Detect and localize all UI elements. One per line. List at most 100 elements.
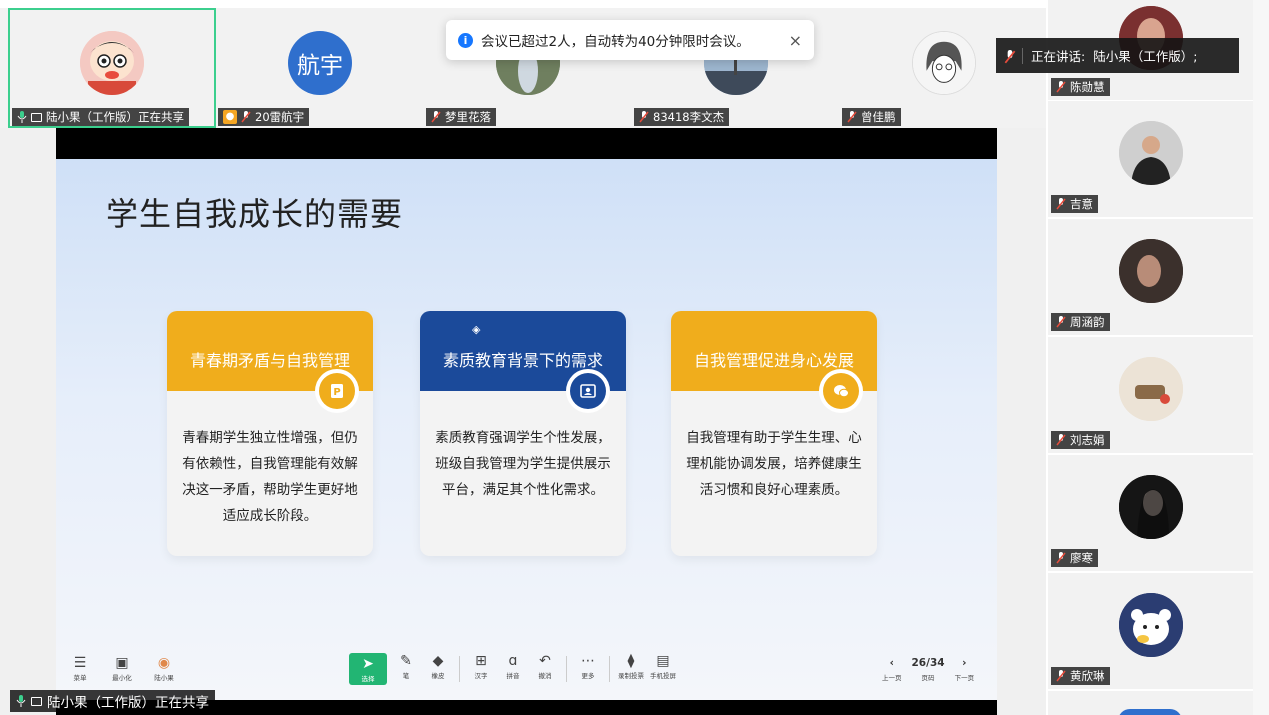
card-mind-body: 自我管理促进身心发展 自我管理有助于学生生理、心理机能协调发展，培养健康生活习惯… — [671, 311, 877, 556]
side-tile-jiyi[interactable]: 吉意 — [1048, 101, 1253, 217]
mic-muted-icon — [431, 111, 441, 123]
record-vote-button[interactable]: ⧫ 录制投票 — [618, 653, 644, 685]
mic-muted-icon — [639, 111, 649, 123]
mic-muted-icon — [847, 111, 857, 123]
tile-name-label: ● 20雷航宇 — [218, 108, 310, 126]
host-icon: ● — [223, 110, 237, 124]
close-icon[interactable]: × — [789, 31, 802, 50]
prev-page-button[interactable]: ‹ 上一页 — [882, 655, 902, 682]
mic-muted-icon — [1004, 49, 1016, 63]
card-icon-badge — [819, 369, 863, 413]
tile-name-label: 黄欣琳 — [1051, 667, 1110, 685]
pinyin-icon: ɑ — [508, 653, 518, 669]
page-indicator[interactable]: 26/34 页码 — [912, 655, 945, 682]
tile-name-label: 陆小果（工作版）正在共享 — [12, 108, 189, 126]
tile-name-label: 刘志娟 — [1051, 431, 1110, 449]
slides-icon: P — [319, 373, 355, 409]
pen-icon: ✎ — [400, 653, 412, 669]
side-tile-zhouhanyun[interactable]: 周涵韵 — [1048, 219, 1253, 335]
pinyin-tool-button[interactable]: ɑ 拼音 — [500, 653, 526, 685]
slide-toolbar-tools: ➤ 选择 ✎ 笔 ◆ 橡皮 ⊞ 汉字 ɑ 拼音 ↶ 撤消 ⋯ 更多 ⧫ 录制投票… — [349, 653, 676, 685]
hamburger-icon: ☰ — [73, 655, 87, 671]
side-tile-liaohan[interactable]: 廖寒 — [1048, 455, 1253, 571]
next-page-button[interactable]: › 下一页 — [955, 655, 975, 682]
avatar — [80, 31, 144, 95]
tile-name-label: 周涵韵 — [1051, 313, 1110, 331]
avatar-icon: ◉ — [157, 655, 171, 671]
share-screen-icon — [31, 696, 42, 706]
info-icon: i — [458, 32, 473, 48]
hanzi-icon: ⊞ — [475, 653, 487, 669]
divider — [609, 656, 610, 682]
cursor-icon: ➤ — [362, 655, 374, 672]
letterbox-top — [56, 128, 997, 159]
select-tool-button[interactable]: ➤ 选择 — [349, 653, 387, 685]
avatar — [912, 31, 976, 95]
video-tile-sharer[interactable]: 陆小果（工作版）正在共享 — [8, 8, 216, 128]
mic-icon — [16, 695, 26, 707]
card-icon-badge: P — [315, 369, 359, 413]
mic-muted-icon — [1056, 316, 1066, 328]
divider — [459, 656, 460, 682]
avatar — [1118, 593, 1183, 657]
divider — [1022, 47, 1023, 64]
avatar — [1118, 709, 1182, 715]
chat-bubble-icon — [823, 373, 859, 409]
slide-toolbar-left: ☰ 菜单 ▣ 最小化 ◉ 陆小果 — [66, 655, 178, 682]
avatar — [1118, 357, 1183, 421]
mic-icon — [17, 111, 27, 123]
presentation-slide: 学生自我成长的需要 青春期矛盾与自我管理 P 青春期学生独立性增强，但仍有依赖性… — [56, 159, 997, 700]
tile-name-label: 梦里花落 — [426, 108, 496, 126]
more-icon: ⋯ — [581, 653, 595, 669]
undo-icon: ↶ — [539, 653, 551, 669]
card-icon-badge — [566, 369, 610, 413]
slide-title: 学生自我成长的需要 — [106, 195, 404, 233]
tile-name-label: 曾佳鹏 — [842, 108, 901, 126]
side-tile-huangxinlin[interactable]: 黄欣琳 — [1048, 573, 1253, 689]
phone-cast-button[interactable]: ▤ 手机投屏 — [650, 653, 676, 685]
mic-muted-icon — [1056, 198, 1066, 210]
eraser-icon: ◆ — [432, 653, 444, 669]
notification-toast: i 会议已超过2人，自动转为40分钟限时会议。 × — [446, 20, 814, 60]
avatar — [1118, 475, 1183, 539]
layers-icon: ⧫ — [627, 653, 635, 669]
contact-card-icon — [570, 373, 606, 409]
slide-pager: ‹ 上一页 26/34 页码 › 下一页 — [882, 655, 974, 682]
tile-name-label: 83418李文杰 — [634, 108, 730, 126]
menu-button[interactable]: ☰ 菜单 — [66, 655, 94, 682]
divider — [566, 656, 567, 682]
chevron-right-icon: › — [962, 657, 967, 669]
mic-muted-icon — [1056, 552, 1066, 564]
minimize-icon: ▣ — [115, 655, 129, 671]
scrollbar[interactable] — [1253, 0, 1269, 715]
video-tile-20leihangyu[interactable]: 航宇 ● 20雷航宇 — [216, 8, 424, 128]
tile-name-label: 廖寒 — [1051, 549, 1098, 567]
user-button[interactable]: ◉ 陆小果 — [150, 655, 178, 682]
avatar: 航宇 — [288, 31, 352, 95]
participant-column: 陈勋慧 吉意 周涵韵 刘志娟 廖寒 黄欣琳 — [1046, 0, 1253, 715]
pen-tool-button[interactable]: ✎ 笔 — [393, 653, 419, 685]
side-tile-liuzhijuan[interactable]: 刘志娟 — [1048, 337, 1253, 453]
sharing-status-label: 陆小果（工作版）正在共享 — [10, 690, 215, 712]
meeting-window: 陆小果（工作版）正在共享 航宇 ● 20雷航宇 梦里花落 83418李文杰 曾佳… — [0, 0, 1269, 715]
avatar — [1118, 239, 1183, 303]
eraser-tool-button[interactable]: ◆ 橡皮 — [425, 653, 451, 685]
notification-text: 会议已超过2人，自动转为40分钟限时会议。 — [481, 34, 750, 50]
side-tile-partial[interactable] — [1048, 691, 1253, 715]
minimize-button[interactable]: ▣ 最小化 — [108, 655, 136, 682]
phone-icon: ▤ — [656, 653, 670, 669]
mic-muted-icon — [1056, 670, 1066, 682]
avatar — [1118, 121, 1183, 185]
mic-muted-icon — [241, 111, 251, 123]
diamond-icon: ◈ — [472, 323, 481, 336]
share-screen-icon — [31, 112, 42, 122]
card-adolescence: 青春期矛盾与自我管理 P 青春期学生独立性增强，但仍有依赖性，自我管理能有效解决… — [167, 311, 373, 556]
more-button[interactable]: ⋯ 更多 — [575, 653, 601, 685]
undo-button[interactable]: ↶ 撤消 — [532, 653, 558, 685]
tile-name-label: 陈勋慧 — [1051, 78, 1110, 96]
speaking-indicator: 正在讲话: 陆小果（工作版）; — [996, 38, 1239, 73]
hanzi-tool-button[interactable]: ⊞ 汉字 — [468, 653, 494, 685]
mic-muted-icon — [1056, 434, 1066, 446]
svg-text:P: P — [333, 387, 340, 398]
chevron-left-icon: ‹ — [889, 657, 894, 669]
